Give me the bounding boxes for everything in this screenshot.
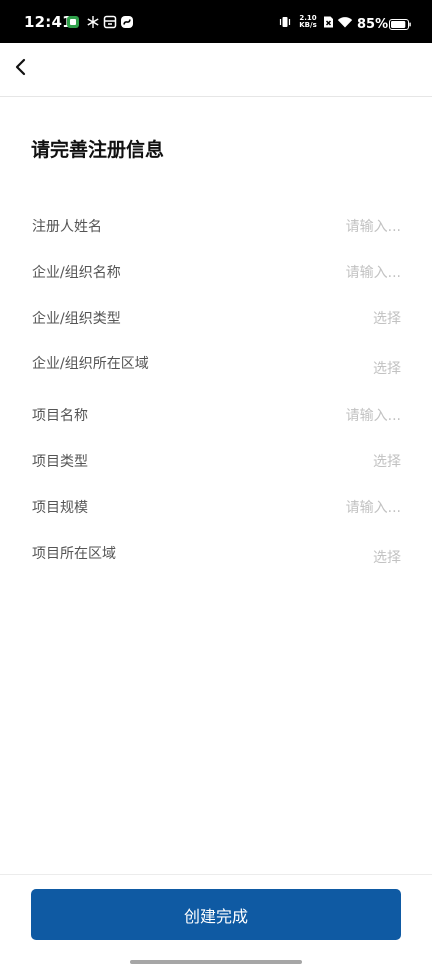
form-row-registrant-name[interactable]: 注册人姓名 请输入... <box>0 216 432 246</box>
app-notification-icon <box>67 16 79 28</box>
back-button[interactable] <box>10 56 32 78</box>
field-placeholder[interactable]: 请输入... <box>346 262 401 282</box>
field-label: 项目名称 <box>32 408 88 424</box>
form-row-org-name[interactable]: 企业/组织名称 请输入... <box>0 262 432 292</box>
battery-icon <box>389 19 411 30</box>
field-label: 项目类型 <box>32 454 88 470</box>
field-label: 注册人姓名 <box>32 219 102 235</box>
page-title: 请完善注册信息 <box>31 139 165 161</box>
asterisk-notification-icon <box>87 16 99 28</box>
status-bar: 12:41 2.10 KB/s 85% <box>0 0 432 43</box>
app-header <box>0 43 432 97</box>
field-select[interactable]: 选择 <box>373 358 401 378</box>
field-select[interactable]: 选择 <box>373 547 401 567</box>
form-row-project-type[interactable]: 项目类型 选择 <box>0 451 432 481</box>
field-label: 企业/组织名称 <box>32 265 121 281</box>
form-row-project-region[interactable]: 项目所在区域 选择 <box>0 543 432 573</box>
field-placeholder[interactable]: 请输入... <box>346 405 401 425</box>
form-row-org-type[interactable]: 企业/组织类型 选择 <box>0 308 432 338</box>
no-sim-icon <box>324 16 333 28</box>
box-notification-icon <box>103 15 117 29</box>
field-select[interactable]: 选择 <box>373 451 401 471</box>
field-label: 企业/组织类型 <box>32 311 121 327</box>
footer-bar: 创建完成 <box>0 874 432 964</box>
network-speed: 2.10 KB/s <box>297 15 319 29</box>
form-row-org-region[interactable]: 企业/组织所在区域 选择 <box>0 353 432 383</box>
wifi-icon <box>337 17 353 28</box>
field-placeholder[interactable]: 请输入... <box>346 216 401 236</box>
form-row-project-name[interactable]: 项目名称 请输入... <box>0 405 432 435</box>
field-placeholder[interactable]: 请输入... <box>346 497 401 517</box>
battery-percent: 85% <box>357 17 389 32</box>
field-label: 企业/组织所在区域 <box>32 356 149 372</box>
field-label: 项目规模 <box>32 500 88 516</box>
sync-notification-icon <box>121 16 133 28</box>
field-select[interactable]: 选择 <box>373 308 401 328</box>
field-label: 项目所在区域 <box>32 546 116 562</box>
vibrate-icon <box>279 17 291 27</box>
network-speed-unit: KB/s <box>299 21 317 29</box>
home-indicator[interactable] <box>130 960 302 964</box>
registration-screen: 12:41 2.10 KB/s 85% 请完善注册信息 注册人姓名 请输入...… <box>0 0 432 964</box>
create-complete-button[interactable]: 创建完成 <box>31 889 401 940</box>
form-row-project-scale[interactable]: 项目规模 请输入... <box>0 497 432 527</box>
